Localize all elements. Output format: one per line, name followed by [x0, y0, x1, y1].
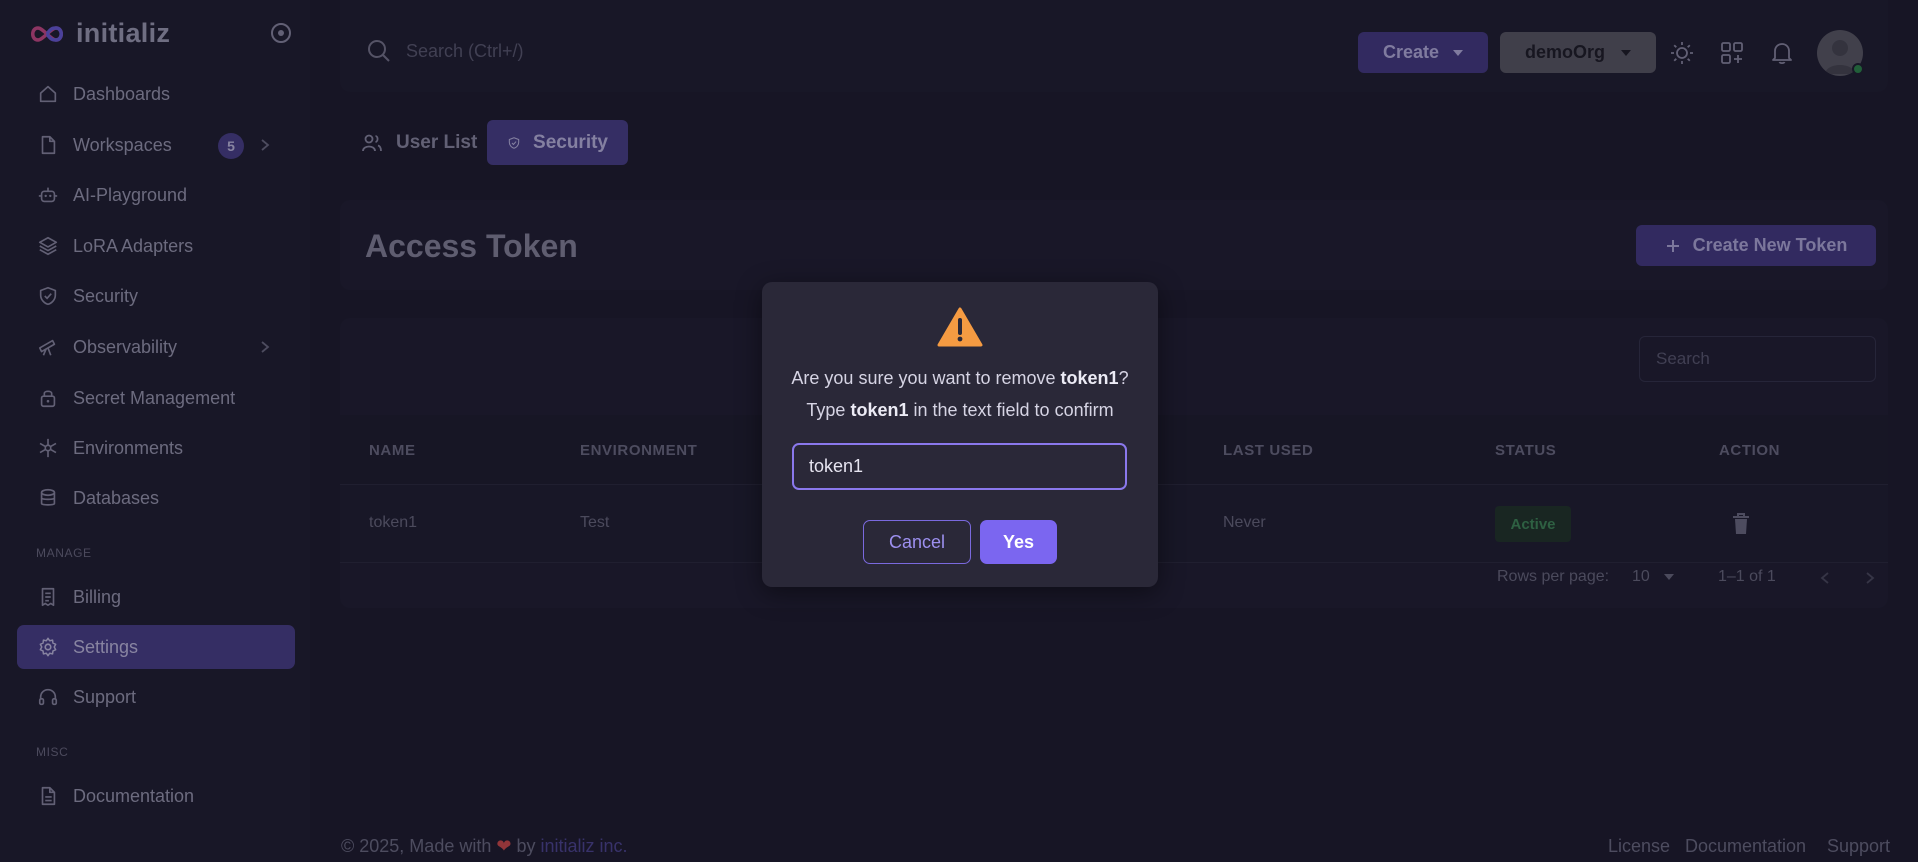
cancel-button[interactable]: Cancel — [863, 520, 971, 564]
dialog-question: Are you sure you want to remove token1? — [762, 368, 1158, 389]
confirm-token-input[interactable] — [792, 443, 1127, 490]
dialog-token-name: token1 — [1060, 368, 1119, 388]
dialog-instruction: Type token1 in the text field to confirm — [762, 400, 1158, 421]
yes-button[interactable]: Yes — [980, 520, 1057, 564]
dialog-instruction-prefix: Type — [806, 400, 851, 420]
dialog-instruction-suffix: in the text field to confirm — [908, 400, 1114, 420]
dialog-instruction-token: token1 — [850, 400, 909, 420]
remove-token-dialog: Are you sure you want to remove token1? … — [762, 282, 1158, 587]
warning-icon — [937, 306, 983, 348]
dialog-question-prefix: Are you sure you want to remove — [791, 368, 1061, 388]
dialog-question-suffix: ? — [1118, 368, 1129, 388]
